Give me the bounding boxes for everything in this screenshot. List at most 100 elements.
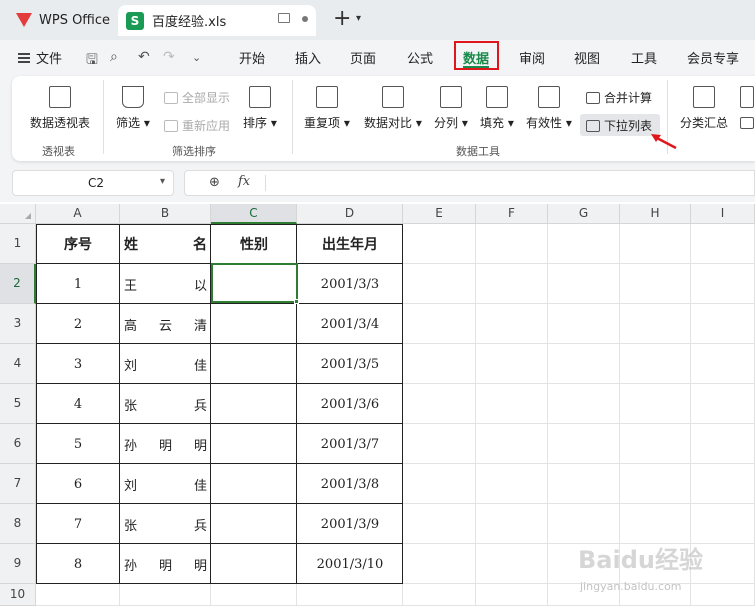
cell-birth[interactable]: 2001/3/9 — [297, 504, 403, 544]
header-name[interactable]: 姓名 — [120, 224, 211, 264]
show-all-button[interactable]: 全部显示 — [164, 89, 230, 106]
subtotal-button[interactable]: 分类汇总 — [680, 86, 728, 131]
column-header-f[interactable]: F — [476, 204, 548, 224]
tab-page[interactable]: 页面 — [350, 48, 376, 67]
cell-name[interactable]: 张兵 — [120, 504, 211, 544]
pivot-table-button[interactable]: 数据透视表 — [30, 86, 90, 131]
cell-birth[interactable]: 2001/3/7 — [297, 424, 403, 464]
zoom-icon[interactable]: ⊕ — [209, 175, 220, 190]
name-box[interactable]: C2 ▾ — [12, 170, 174, 196]
consolidate-button[interactable]: 合并计算 — [586, 89, 652, 106]
cell-no[interactable]: 5 — [36, 424, 120, 464]
header-no[interactable]: 序号 — [36, 224, 120, 264]
chevron-down-icon[interactable]: ▾ — [160, 176, 165, 187]
tab-review[interactable]: 审阅 — [519, 48, 545, 67]
row-header-3[interactable]: 3 — [0, 304, 36, 344]
cell-no[interactable]: 7 — [36, 504, 120, 544]
group-icon[interactable] — [740, 86, 754, 108]
column-header-a[interactable]: A — [36, 204, 120, 224]
cell-name[interactable]: 王以 — [120, 264, 211, 304]
row-header-9[interactable]: 9 — [0, 544, 36, 584]
cell-no[interactable]: 1 — [36, 264, 120, 304]
cell-name[interactable]: 刘佳 — [120, 464, 211, 504]
undo-icon[interactable]: ↶ — [138, 49, 150, 65]
cell-name[interactable]: 刘佳 — [120, 344, 211, 384]
cell-no[interactable]: 2 — [36, 304, 120, 344]
cell-birth[interactable]: 2001/3/8 — [297, 464, 403, 504]
cell-no[interactable]: 8 — [36, 544, 120, 584]
split-column-button[interactable]: 分列 ▾ — [434, 86, 468, 131]
tab-start[interactable]: 开始 — [239, 48, 265, 67]
cell-gender[interactable] — [211, 424, 297, 464]
cell-no[interactable]: 6 — [36, 464, 120, 504]
duplicates-button[interactable]: 重复项 ▾ — [304, 86, 350, 131]
ungroup-icon[interactable] — [740, 117, 754, 129]
row-header-5[interactable]: 5 — [0, 384, 36, 424]
cell-no[interactable]: 4 — [36, 384, 120, 424]
row-header-10[interactable]: 10 — [0, 584, 36, 606]
row-header-1[interactable]: 1 — [0, 224, 36, 264]
file-menu[interactable]: 文件 — [18, 48, 62, 67]
cell-gender[interactable] — [211, 304, 297, 344]
column-header-h[interactable]: H — [620, 204, 691, 224]
fill-handle[interactable] — [294, 299, 299, 304]
tab-insert[interactable]: 插入 — [295, 48, 321, 67]
row-header-4[interactable]: 4 — [0, 344, 36, 384]
document-tab[interactable]: S 百度经验.xls — [118, 5, 316, 36]
compare-button[interactable]: 数据对比 ▾ — [364, 86, 422, 131]
cell-birth[interactable]: 2001/3/5 — [297, 344, 403, 384]
cell-name[interactable]: 高云清 — [120, 304, 211, 344]
cell-birth[interactable]: 2001/3/6 — [297, 384, 403, 424]
chevron-down-icon[interactable]: ▾ — [356, 13, 361, 24]
cell-gender[interactable] — [211, 344, 297, 384]
cell-birth[interactable]: 2001/3/10 — [297, 544, 403, 584]
reapply-button[interactable]: 重新应用 — [164, 117, 230, 134]
fill-button[interactable]: 填充 ▾ — [480, 86, 514, 131]
cell-name[interactable]: 张兵 — [120, 384, 211, 424]
row-header-8[interactable]: 8 — [0, 504, 36, 544]
chevron-down-icon[interactable]: ⌄ — [192, 51, 201, 64]
column-header-g[interactable]: G — [548, 204, 620, 224]
cell-no[interactable]: 3 — [36, 344, 120, 384]
column-header-c[interactable]: C — [211, 204, 297, 224]
cell-birth[interactable]: 2001/3/4 — [297, 304, 403, 344]
cell-gender[interactable] — [211, 504, 297, 544]
validity-button[interactable]: 有效性 ▾ — [526, 86, 572, 131]
app-tab[interactable]: WPS Office — [6, 5, 112, 35]
window-icon[interactable] — [278, 13, 290, 23]
column-header-e[interactable]: E — [403, 204, 476, 224]
cell-gender[interactable] — [211, 464, 297, 504]
header-gender[interactable]: 性别 — [211, 224, 297, 264]
cell-gender[interactable] — [211, 384, 297, 424]
column-header-d[interactable]: D — [297, 204, 403, 224]
unsaved-dot-icon[interactable] — [302, 16, 308, 22]
print-preview-icon[interactable]: ⌕ — [110, 49, 118, 65]
tab-tools[interactable]: 工具 — [631, 48, 657, 67]
new-tab-button[interactable]: + — [333, 8, 351, 30]
tab-member[interactable]: 会员专享 — [687, 48, 739, 67]
split-icon — [439, 86, 462, 108]
row-header-2[interactable]: 2 — [0, 264, 36, 304]
cell-name[interactable]: 孙明明 — [120, 424, 211, 464]
cell-birth[interactable]: 2001/3/3 — [297, 264, 403, 304]
name-char: 兵 — [193, 518, 207, 534]
row-header-7[interactable]: 7 — [0, 464, 36, 504]
formula-input[interactable]: ⊕ fx — [184, 170, 755, 196]
selected-cell-c2[interactable] — [211, 263, 298, 303]
redo-icon[interactable]: ↷ — [163, 49, 175, 65]
fx-icon[interactable]: fx — [238, 174, 250, 189]
tab-view[interactable]: 视图 — [574, 48, 600, 67]
row-header-6[interactable]: 6 — [0, 424, 36, 464]
dropdown-list-content[interactable]: 下拉列表 — [586, 117, 652, 134]
cell-gender[interactable] — [211, 544, 297, 584]
sort-button[interactable]: 排序 ▾ — [243, 86, 277, 131]
filter-button[interactable]: 筛选 ▾ — [116, 86, 150, 131]
column-header-i[interactable]: I — [691, 204, 755, 224]
select-all-corner[interactable] — [0, 204, 36, 224]
tab-formula[interactable]: 公式 — [407, 48, 433, 67]
header-birth[interactable]: 出生年月 — [297, 224, 403, 264]
compare-icon — [381, 86, 404, 108]
column-header-b[interactable]: B — [120, 204, 211, 224]
save-icon[interactable]: 🖫 — [86, 49, 98, 73]
cell-name[interactable]: 孙明明 — [120, 544, 211, 584]
